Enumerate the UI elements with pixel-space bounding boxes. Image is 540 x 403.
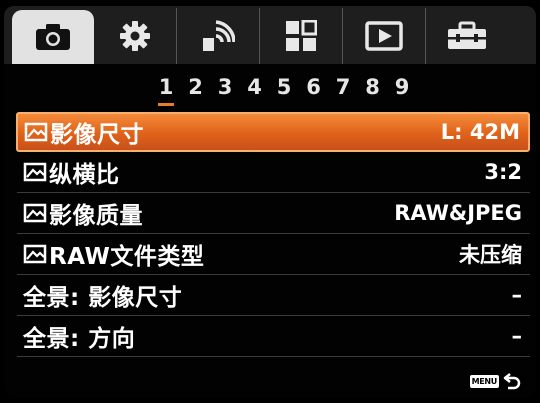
- page-selector: 123456789: [4, 64, 536, 110]
- menu-item-label: 影像尺寸: [50, 122, 144, 148]
- page-number-9[interactable]: 9: [387, 75, 417, 99]
- menu-item-left: 影像尺寸: [18, 115, 144, 149]
- menu-item-value: RAW&JPEG: [394, 201, 522, 225]
- page-number-7[interactable]: 7: [328, 75, 358, 99]
- menu-item-left: RAW文件类型: [17, 237, 204, 271]
- still-image-icon: [23, 162, 47, 182]
- playback-icon: [365, 21, 403, 51]
- toolbox-icon: [448, 21, 486, 49]
- menu-item-4[interactable]: RAW文件类型 未压缩: [17, 234, 530, 275]
- tab-custom[interactable]: [260, 8, 343, 64]
- menu-tabs: [4, 6, 536, 64]
- menu-list: 影像尺寸 L: 42M 纵横比 3:2 影像质量 RAW&JPEG RAW文件类型 未压缩全景…: [4, 112, 536, 357]
- menu-item-label: 全景: 影像尺寸: [23, 285, 183, 311]
- menu-item-label: 影像质量: [49, 203, 143, 229]
- wireless-icon: [203, 20, 235, 51]
- page-number-3[interactable]: 3: [210, 75, 240, 99]
- menu-item-value: 未压缩: [459, 243, 522, 267]
- menu-item-value: L: 42M: [440, 120, 520, 144]
- custom-layout-icon: [286, 20, 317, 51]
- menu-item-3[interactable]: 影像质量 RAW&JPEG: [17, 193, 530, 234]
- menu-item-2[interactable]: 纵横比 3:2: [17, 152, 530, 193]
- menu-item-left: 全景: 影像尺寸: [17, 278, 182, 312]
- tab-settings[interactable]: [94, 8, 177, 64]
- still-image-icon: [24, 122, 48, 142]
- menu-item-6[interactable]: 全景: 方向 –: [17, 316, 530, 357]
- tab-setup[interactable]: [426, 8, 508, 64]
- menu-button-badge[interactable]: MENU: [469, 374, 499, 388]
- still-image-icon: [23, 203, 47, 223]
- page-number-2[interactable]: 2: [181, 75, 211, 99]
- menu-item-5[interactable]: 全景: 影像尺寸 –: [17, 275, 530, 316]
- menu-item-value: –: [511, 324, 523, 348]
- still-image-icon: [23, 244, 47, 264]
- camera-menu-screen: 123456789 影像尺寸 L: 42M 纵横比 3:2 影像质量 RAW&JPEG RA…: [4, 6, 536, 397]
- page-number-4[interactable]: 4: [240, 75, 270, 99]
- tab-camera[interactable]: [12, 10, 94, 64]
- camera-icon: [36, 24, 70, 50]
- menu-item-left: 影像质量: [17, 196, 143, 230]
- return-arrow-icon[interactable]: [502, 371, 522, 391]
- footer-hint: MENU: [469, 371, 522, 391]
- page-number-1[interactable]: 1: [151, 75, 181, 106]
- menu-item-left: 纵横比: [17, 155, 120, 189]
- gear-icon: [120, 21, 150, 51]
- page-number-6[interactable]: 6: [299, 75, 329, 99]
- menu-item-1[interactable]: 影像尺寸 L: 42M: [16, 112, 530, 152]
- menu-item-label: 纵横比: [49, 162, 120, 188]
- menu-item-value: 3:2: [484, 160, 522, 184]
- menu-item-left: 全景: 方向: [17, 319, 135, 353]
- tab-network[interactable]: [177, 8, 260, 64]
- menu-item-value: –: [511, 283, 523, 307]
- page-number-5[interactable]: 5: [269, 75, 299, 99]
- menu-item-label: 全景: 方向: [23, 326, 136, 352]
- menu-item-label: RAW文件类型: [49, 244, 205, 270]
- tab-playback[interactable]: [343, 8, 426, 64]
- page-number-8[interactable]: 8: [358, 75, 388, 99]
